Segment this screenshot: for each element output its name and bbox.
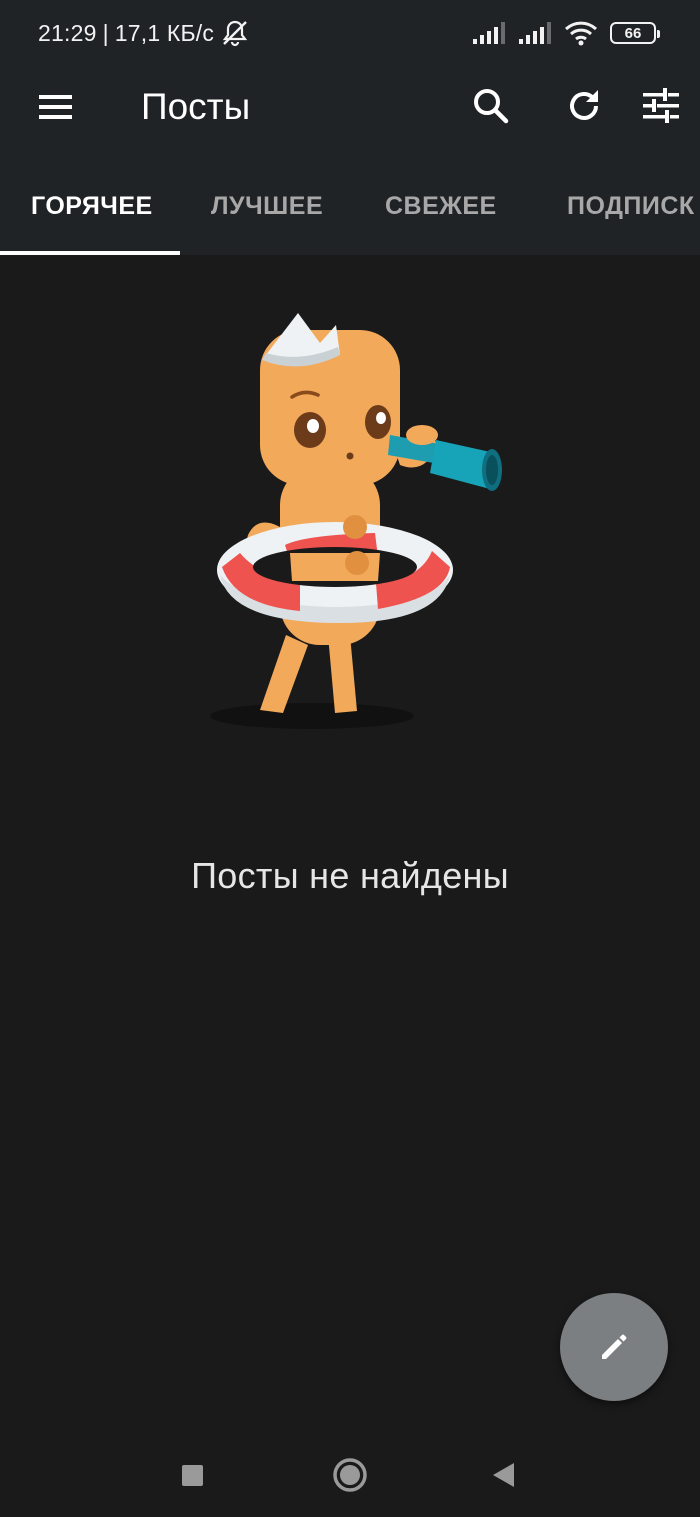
triangle-back-icon[interactable] bbox=[490, 1454, 516, 1494]
gingerbread-sailor-illustration bbox=[210, 313, 502, 729]
create-post-button[interactable] bbox=[560, 1293, 668, 1401]
tab-best[interactable]: ЛУЧШЕЕ bbox=[211, 192, 323, 221]
wifi-icon bbox=[564, 21, 598, 46]
filter-button[interactable] bbox=[637, 82, 685, 130]
signal-icon bbox=[519, 22, 551, 44]
tab-bar: ГОРЯЧЕЕ ЛУЧШЕЕ СВЕЖЕЕ ПОДПИСК bbox=[0, 170, 700, 255]
status-network-speed: 17,1 КБ/с bbox=[114, 19, 215, 46]
refresh-icon bbox=[570, 90, 598, 120]
mute-bell-icon bbox=[222, 20, 248, 47]
battery-level: 66 bbox=[624, 24, 642, 42]
search-button[interactable] bbox=[466, 82, 514, 130]
filter-sliders-icon bbox=[643, 88, 679, 123]
search-icon bbox=[474, 89, 509, 124]
pencil-icon bbox=[602, 1334, 627, 1359]
system-nav-bar bbox=[0, 1440, 700, 1517]
status-separator: | bbox=[102, 19, 109, 46]
tab-hot[interactable]: ГОРЯЧЕЕ bbox=[31, 192, 153, 221]
circle-home-icon[interactable] bbox=[331, 1454, 369, 1494]
app-bar: Посты bbox=[0, 68, 700, 148]
status-bar: 21:29 | 17,1 КБ/с 66 bbox=[0, 0, 700, 68]
square-recents-icon[interactable] bbox=[180, 1454, 206, 1494]
menu-icon bbox=[39, 95, 72, 119]
empty-state-message: Посты не найдены bbox=[191, 855, 509, 896]
battery-icon: 66 bbox=[610, 22, 660, 44]
top-bar: 21:29 | 17,1 КБ/с 66 Посты ГОРЯЧЕЕ ЛУЧШЕ… bbox=[0, 0, 700, 255]
status-time: 21:29 bbox=[38, 19, 97, 46]
signal-icon bbox=[473, 22, 505, 44]
tab-subscriptions[interactable]: ПОДПИСК bbox=[567, 192, 695, 221]
page-title: Посты bbox=[141, 86, 251, 127]
refresh-button[interactable] bbox=[560, 82, 608, 130]
tab-indicator bbox=[0, 251, 180, 255]
menu-button[interactable] bbox=[30, 86, 80, 128]
tab-fresh[interactable]: СВЕЖЕЕ bbox=[385, 192, 497, 221]
